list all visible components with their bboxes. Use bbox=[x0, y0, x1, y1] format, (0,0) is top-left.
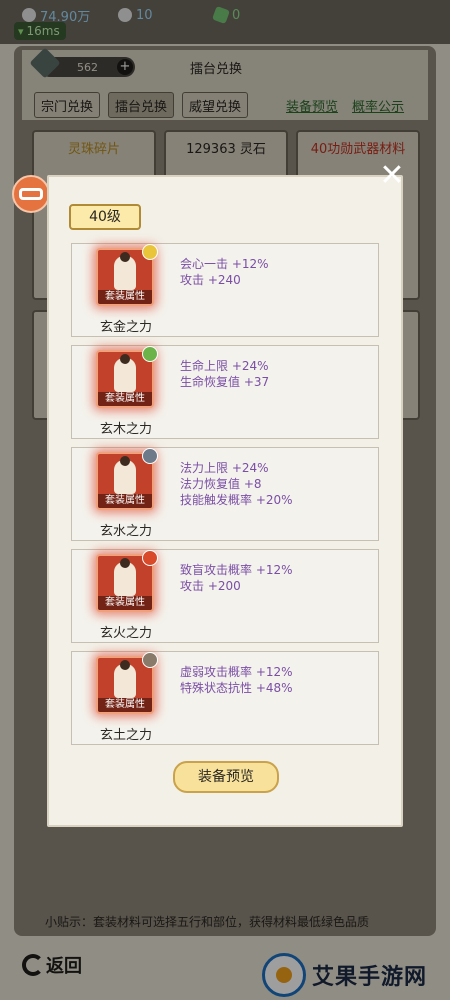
set-attribute: 致盲攻击概率 +12% bbox=[180, 563, 293, 577]
set-attribute: 会心一击 +12% bbox=[180, 257, 269, 271]
set-attributes: 法力上限 +24% 法力恢复值 +8 技能触发概率 +20% bbox=[180, 460, 293, 508]
set-name: 玄木之力 bbox=[99, 422, 152, 437]
equipment-preview-button[interactable]: 装备预览 bbox=[173, 761, 279, 793]
set-row-water: 套装属性 玄水之力 法力上限 +24% 法力恢复值 +8 技能触发概率 +20% bbox=[71, 447, 379, 541]
goggles-icon bbox=[19, 188, 43, 200]
set-attribute: 生命恢复值 +37 bbox=[180, 375, 270, 389]
set-attribute: 虚弱攻击概率 +12% bbox=[180, 665, 293, 679]
set-attribute: 特殊状态抗性 +48% bbox=[180, 681, 293, 695]
set-icon-caption: 套装属性 bbox=[98, 698, 152, 712]
earth-element-icon bbox=[142, 652, 158, 668]
set-icon-caption: 套装属性 bbox=[98, 290, 152, 304]
set-name: 玄火之力 bbox=[99, 626, 152, 641]
set-attributes: 生命上限 +24% 生命恢复值 +37 bbox=[180, 358, 269, 390]
close-icon[interactable]: ✕ bbox=[378, 161, 406, 191]
metal-element-icon bbox=[142, 244, 158, 260]
set-icon-caption: 套装属性 bbox=[98, 392, 152, 406]
set-name: 玄金之力 bbox=[99, 320, 152, 335]
wood-element-icon bbox=[142, 346, 158, 362]
set-attributes: 虚弱攻击概率 +12% 特殊状态抗性 +48% bbox=[180, 664, 293, 696]
set-attribute: 技能触发概率 +20% bbox=[180, 493, 293, 507]
fire-element-icon bbox=[142, 550, 158, 566]
set-bonus-modal: 40级 套装属性 玄金之力 会心一击 +12% 攻击 +240 套装属性 玄木之… bbox=[47, 175, 403, 827]
set-name: 玄土之力 bbox=[99, 728, 152, 743]
side-goggles-button[interactable] bbox=[12, 175, 50, 213]
set-attribute: 生命上限 +24% bbox=[180, 359, 269, 373]
set-attribute: 攻击 +240 bbox=[180, 273, 241, 287]
set-row-fire: 套装属性 玄火之力 致盲攻击概率 +12% 攻击 +200 bbox=[71, 549, 379, 643]
set-row-metal: 套装属性 玄金之力 会心一击 +12% 攻击 +240 bbox=[71, 243, 379, 337]
set-icon-caption: 套装属性 bbox=[98, 494, 152, 508]
set-attribute: 法力上限 +24% bbox=[180, 461, 269, 475]
set-attributes: 致盲攻击概率 +12% 攻击 +200 bbox=[180, 562, 293, 594]
set-row-earth: 套装属性 玄土之力 虚弱攻击概率 +12% 特殊状态抗性 +48% bbox=[71, 651, 379, 745]
water-element-icon bbox=[142, 448, 158, 464]
set-row-wood: 套装属性 玄木之力 生命上限 +24% 生命恢复值 +37 bbox=[71, 345, 379, 439]
set-icon-caption: 套装属性 bbox=[98, 596, 152, 610]
level-tag: 40级 bbox=[69, 204, 141, 230]
set-attributes: 会心一击 +12% 攻击 +240 bbox=[180, 256, 269, 288]
set-attribute: 法力恢复值 +8 bbox=[180, 477, 262, 491]
set-attribute: 攻击 +200 bbox=[180, 579, 241, 593]
set-name: 玄水之力 bbox=[99, 524, 152, 539]
